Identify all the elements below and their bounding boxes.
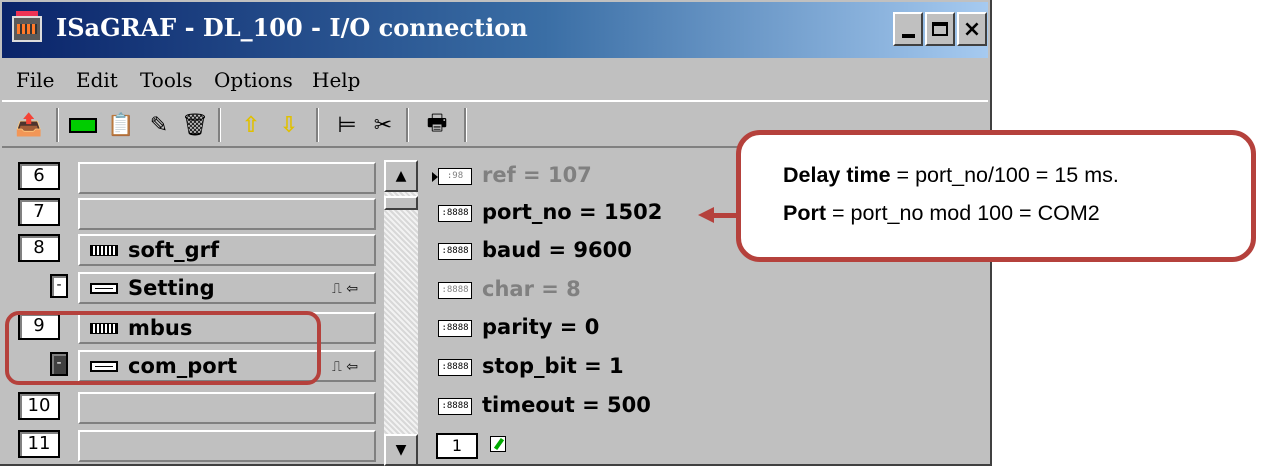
callout-line-port: Port = port_no mod 100 = COM2	[783, 201, 1100, 226]
toolbar-separator	[406, 108, 409, 142]
parameter-type-icon: :8888	[438, 320, 472, 337]
param-text: char = 8	[482, 277, 581, 301]
parameter-type-icon: :8888	[438, 205, 472, 222]
callout-arrow-shaft	[712, 213, 738, 218]
slot-number: 6	[18, 162, 60, 190]
down-arrow-icon[interactable]: ⇩	[274, 110, 304, 140]
copy-board-icon[interactable]: 📋	[106, 110, 136, 140]
highlight-box	[5, 311, 321, 385]
slot-field[interactable]	[78, 162, 376, 194]
param-text: stop_bit = 1	[482, 354, 624, 378]
edit-pen-icon[interactable]	[490, 436, 506, 452]
annotation-callout: Delay time = port_no/100 = 15 ms. Port =…	[736, 130, 1256, 262]
vertical-scrollbar[interactable]: ▲ ▼	[384, 160, 418, 466]
menu-bar: File Edit Tools Options Help	[2, 62, 988, 96]
port-formula: = port_no mod 100 = COM2	[826, 201, 1100, 225]
window-title: ISaGRAF - DL_100 - I/O connection	[56, 13, 528, 42]
param-text: ref = 107	[482, 163, 592, 187]
board-name: Setting	[128, 276, 215, 300]
param-text: timeout = 500	[482, 393, 651, 417]
slot-field[interactable]	[78, 198, 376, 230]
port-label: Port	[783, 201, 826, 225]
sub-slot-marker: -	[50, 274, 68, 298]
close-icon: ×	[962, 16, 982, 42]
minimize-icon	[901, 34, 915, 38]
menu-help[interactable]: Help	[312, 68, 360, 92]
slot-field[interactable]: Setting ⎍ ⇦	[78, 272, 376, 304]
cut-icon[interactable]: ✂	[368, 110, 398, 140]
delay-time-label: Delay time	[783, 163, 891, 187]
up-arrow-icon[interactable]: ⇧	[236, 110, 266, 140]
toolbar-separator	[316, 108, 319, 142]
delete-icon[interactable]: 🗑	[180, 110, 210, 140]
slot-field[interactable]	[78, 392, 376, 424]
menu-options[interactable]: Options	[214, 68, 293, 92]
down-triangle-icon: ▼	[395, 442, 407, 458]
callout-line-delay: Delay time = port_no/100 = 15 ms.	[783, 163, 1119, 188]
board-icon	[90, 245, 118, 256]
channel-number-box[interactable]: 1	[436, 433, 478, 459]
scroll-thumb[interactable]	[384, 196, 418, 210]
title-bar[interactable]: ISaGRAF - DL_100 - I/O connection ×	[2, 2, 988, 58]
parameter-type-icon: :98	[438, 168, 472, 185]
edit-board-icon[interactable]: ✎	[144, 110, 174, 140]
board-icon[interactable]	[68, 110, 98, 140]
param-text: parity = 0	[482, 315, 600, 339]
parameter-type-icon: :8888	[438, 282, 472, 299]
signal-icon: ⎍ ⇦	[332, 281, 358, 297]
isagraf-app-icon[interactable]	[12, 11, 42, 42]
callout-arrow-icon	[698, 207, 714, 223]
slot-number: 11	[18, 430, 60, 458]
maximize-icon	[932, 22, 948, 36]
slot-number: 7	[18, 198, 60, 226]
tree-icon[interactable]: ⊨	[332, 110, 362, 140]
slot-number: 10	[18, 392, 60, 420]
delay-time-formula: = port_no/100 = 15 ms.	[890, 163, 1119, 187]
print-icon[interactable]: 🖶	[422, 110, 452, 140]
slot-number: 8	[18, 234, 60, 262]
close-button[interactable]: ×	[957, 12, 987, 46]
slot-field[interactable]: soft_grf	[78, 234, 376, 266]
parameter-type-icon: :8888	[438, 243, 472, 260]
toolbar-separator	[56, 108, 59, 142]
scroll-up-button[interactable]: ▲	[384, 160, 418, 192]
menu-file[interactable]: File	[16, 68, 55, 92]
signal-icon: ⎍ ⇦	[332, 359, 358, 375]
up-triangle-icon: ▲	[395, 168, 407, 184]
menu-edit[interactable]: Edit	[76, 68, 118, 92]
param-text: port_no = 1502	[482, 200, 663, 224]
maximize-button[interactable]	[925, 12, 955, 46]
toolbar-separator	[218, 108, 221, 142]
toolbar-separator	[464, 108, 467, 142]
slot-field[interactable]	[78, 430, 376, 462]
param-text: baud = 9600	[482, 238, 632, 262]
menu-tools[interactable]: Tools	[140, 68, 193, 92]
scroll-down-button[interactable]: ▼	[384, 434, 418, 466]
board-name: soft_grf	[128, 238, 220, 262]
minimize-button[interactable]	[893, 12, 923, 46]
parameter-type-icon: :8888	[438, 398, 472, 415]
open-board-icon[interactable]: 📤	[14, 110, 44, 140]
parameter-type-icon: :8888	[438, 359, 472, 376]
serial-board-icon	[90, 283, 118, 294]
